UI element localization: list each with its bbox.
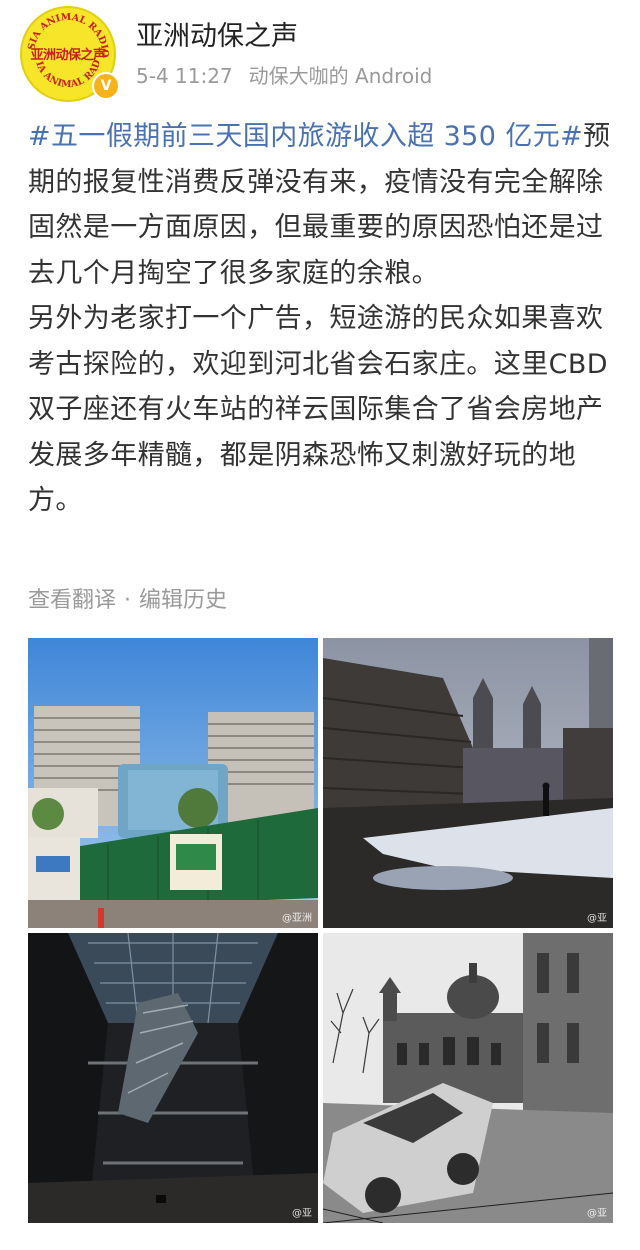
photo-3-watermark: @亚: [292, 1208, 312, 1219]
photo-1-image: [28, 638, 318, 928]
post-paragraph-2: 另外为老家打一个广告，短途游的民众如果喜欢考古探险的，欢迎到河北省会石家庄。这里…: [28, 303, 608, 516]
account-name[interactable]: 亚洲动保之声: [136, 14, 298, 53]
photo-grid: @亚洲 @亚 @亚 @亚: [28, 638, 613, 1223]
abandoned-castle-car-photo[interactable]: @亚: [323, 933, 613, 1223]
abandoned-station-snow-photo[interactable]: @亚: [323, 638, 613, 928]
post-source: 动保大咖的 Android: [248, 64, 433, 88]
post-body: #五一假期前三天国内旅游收入超 350 亿元#预期的报复性消费反弹没有来，疫情没…: [28, 114, 612, 524]
photo-3-image: [28, 933, 318, 1223]
post-actions: 查看翻译 · 编辑历史: [28, 582, 227, 614]
unfinished-twin-towers-photo[interactable]: @亚洲: [28, 638, 318, 928]
actions-separator: ·: [124, 588, 132, 613]
verified-badge-icon: V: [92, 72, 120, 100]
photo-2-image: [323, 638, 613, 928]
post-time: 5-4 11:27: [136, 64, 233, 88]
edit-history-link[interactable]: 编辑历史: [139, 588, 227, 613]
post-paragraph-1: #五一假期前三天国内旅游收入超 350 亿元#预期的报复性消费反弹没有来，疫情没…: [28, 114, 612, 296]
post-header: ASIA ANIMAL RADIO ASIA ANIMAL RADIO 亚洲动保…: [0, 0, 640, 108]
abandoned-mall-escalator-photo[interactable]: @亚: [28, 933, 318, 1223]
photo-4-watermark: @亚: [587, 1208, 607, 1219]
photo-2-watermark: @亚: [587, 913, 607, 924]
avatar-logo-text: 亚洲动保之声: [30, 48, 106, 63]
translate-link[interactable]: 查看翻译: [28, 588, 116, 613]
post-meta: 5-4 11:27 动保大咖的 Android: [136, 60, 432, 89]
photo-1-watermark: @亚洲: [282, 913, 312, 924]
hashtag-link[interactable]: #五一假期前三天国内旅游收入超 350 亿元#: [28, 121, 583, 152]
photo-4-image: [323, 933, 613, 1223]
